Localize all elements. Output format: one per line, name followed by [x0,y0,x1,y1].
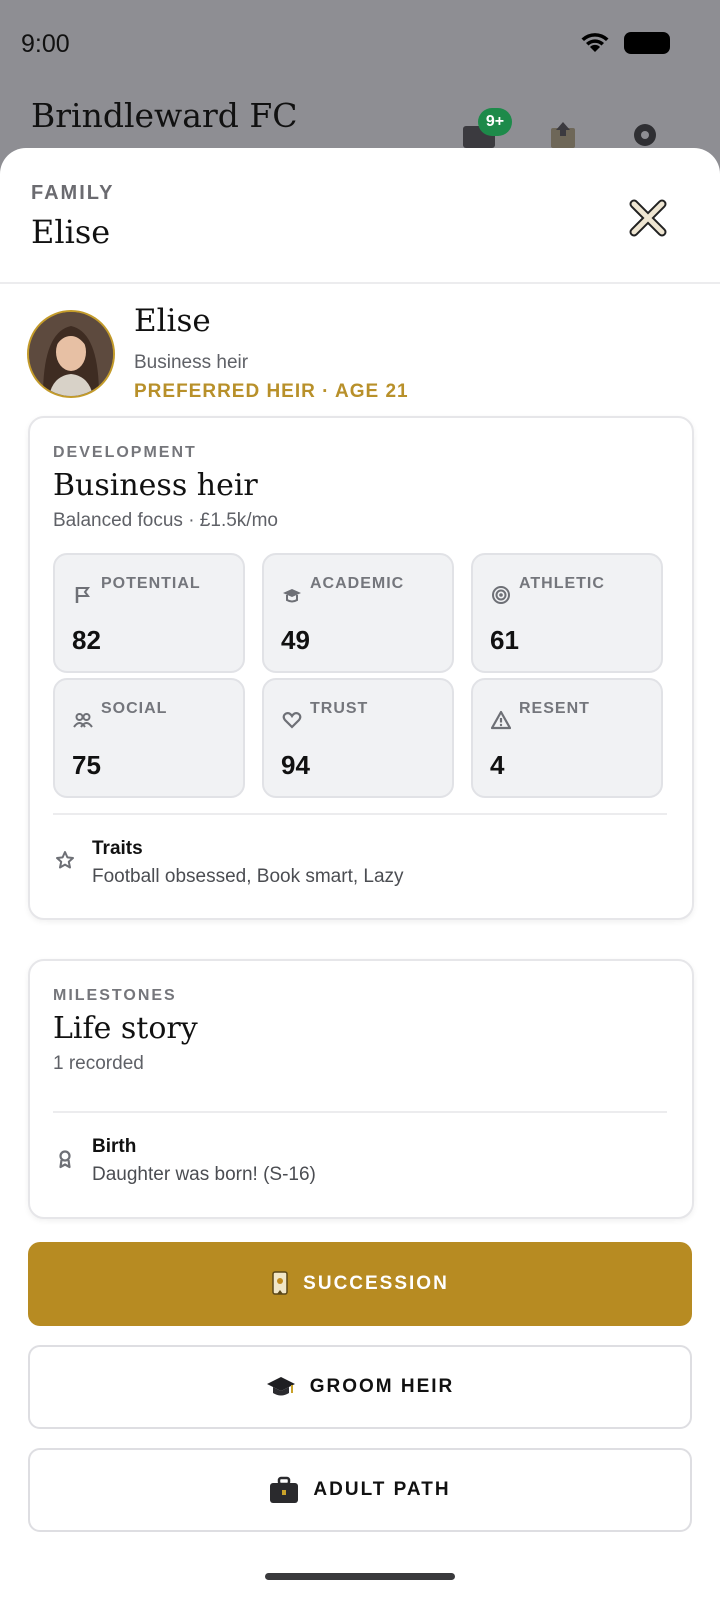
header-divider [0,282,720,284]
graduation-cap-icon [283,589,301,603]
development-subtitle: Balanced focus · £1.5k/mo [53,510,278,531]
succession-label: SUCCESSION [303,1273,449,1294]
flag-icon [75,587,90,603]
stat-value: 82 [72,625,101,655]
award-ribbon-icon [59,1150,71,1169]
stat-athletic: ATHLETIC 61 [471,553,663,673]
stat-label: TRUST [310,700,369,717]
card-divider [53,1111,667,1113]
milestone-title: Birth [92,1136,137,1157]
briefcase-icon [270,1476,299,1503]
succession-button[interactable]: SUCCESSION [28,1242,692,1326]
stat-trust: TRUST 94 [262,678,454,798]
stat-potential: POTENTIAL 82 [53,553,245,673]
stat-value: 4 [490,750,505,780]
milestones-kicker: MILESTONES [53,987,177,1004]
wifi-icon [581,33,609,52]
stat-label: RESENT [519,700,590,717]
battery-icon [624,32,670,54]
milestones-title: Life story [53,1011,198,1046]
stat-label: SOCIAL [101,700,168,717]
settings-gear-icon[interactable] [630,118,660,148]
sheet-title: Elise [31,213,111,251]
stat-value: 61 [490,625,519,655]
milestone-desc: Daughter was born! (S-16) [92,1164,316,1185]
card-divider [53,813,667,815]
stat-value: 94 [281,750,310,780]
development-card: DEVELOPMENT Business heir Balanced focus… [28,416,694,920]
adult-path-label: ADULT PATH [313,1479,451,1500]
sheet-kicker: FAMILY [31,182,115,204]
traits-title: Traits [92,838,143,859]
notification-badge: 9+ [478,108,512,136]
app-title: Brindleward FC [31,96,298,135]
adult-path-button[interactable]: ADULT PATH [28,1448,692,1532]
graduation-cap-icon [266,1377,295,1396]
people-icon [73,713,93,728]
stat-label: ATHLETIC [519,575,605,592]
portrait-image [29,312,113,396]
stat-academic: ACADEMIC 49 [262,553,454,673]
traits-value: Football obsessed, Book smart, Lazy [92,866,404,887]
home-indicator [265,1573,455,1580]
avatar [27,310,115,398]
family-sheet: FAMILY Elise Elise Business heir PREFERR… [0,148,720,1600]
stat-value: 49 [281,625,310,655]
heart-icon [282,711,302,729]
warning-icon [491,710,511,730]
groom-heir-button[interactable]: GROOM HEIR [28,1345,692,1429]
development-kicker: DEVELOPMENT [53,444,197,461]
milestones-subtitle: 1 recorded [53,1053,144,1074]
profile-meta: PREFERRED HEIR · AGE 21 [134,381,409,402]
stat-resent: RESENT 4 [471,678,663,798]
star-icon [56,851,74,869]
close-icon[interactable] [626,196,670,240]
development-title: Business heir [53,468,258,503]
stat-social: SOCIAL 75 [53,678,245,798]
profile-name: Elise [134,303,211,339]
milestones-card: MILESTONES Life story 1 recorded Birth D… [28,959,694,1219]
stat-label: ACADEMIC [310,575,405,592]
stat-label: POTENTIAL [101,575,201,592]
groom-heir-label: GROOM HEIR [309,1376,455,1397]
stat-value: 75 [72,750,101,780]
profile-role: Business heir [134,352,249,373]
status-time: 9:00 [21,30,70,58]
target-icon [492,586,510,604]
status-icons [580,32,670,54]
scroll-banner-icon [272,1271,288,1295]
upload-icon[interactable] [548,118,578,148]
